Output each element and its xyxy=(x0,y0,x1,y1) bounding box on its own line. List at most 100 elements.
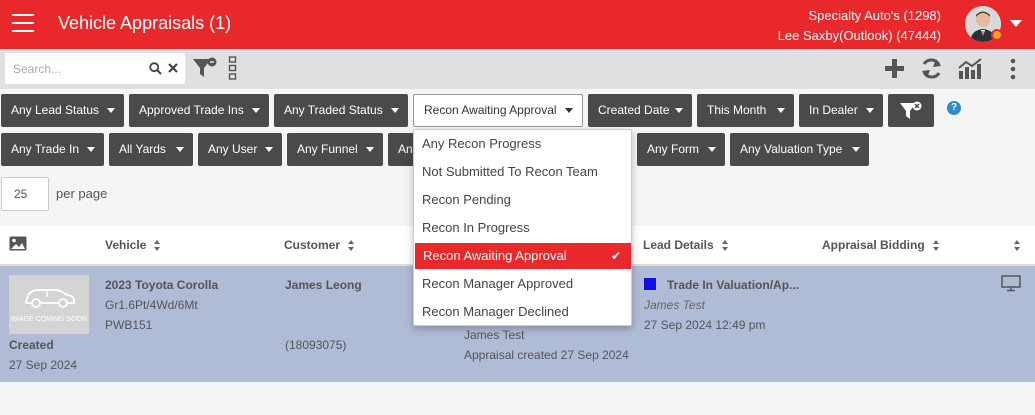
column-customer[interactable]: Customer xyxy=(284,238,355,252)
chevron-down-icon xyxy=(107,108,115,113)
option-any-recon-progress[interactable]: Any Recon Progress xyxy=(414,131,631,157)
filter-user[interactable]: Any User xyxy=(198,133,282,166)
column-label: Lead Details xyxy=(643,238,714,252)
refresh-icon[interactable] xyxy=(920,57,943,80)
column-appraisal-bidding[interactable]: Appraisal Bidding xyxy=(822,238,940,252)
appraiser-name: James Test xyxy=(464,328,525,342)
kebab-menu-icon[interactable] xyxy=(1009,58,1017,80)
help-icon[interactable]: ? xyxy=(947,101,961,115)
chevron-down-icon xyxy=(777,108,785,113)
vehicle-thumbnail[interactable]: IMAGE COMING SOON xyxy=(9,275,89,334)
column-label: Appraisal Bidding xyxy=(822,238,925,252)
sort-icon xyxy=(154,240,161,252)
vehicle-stock-number: PWB151 xyxy=(105,318,153,332)
search-icon[interactable] xyxy=(149,62,162,75)
sort-icon xyxy=(348,240,355,252)
created-date: 27 Sep 2024 xyxy=(9,358,78,372)
per-page-label: per page xyxy=(56,186,108,201)
chevron-down-icon xyxy=(675,108,683,113)
lead-status-marker xyxy=(644,278,656,290)
sort-icon xyxy=(932,240,940,252)
filter-trade-ins[interactable]: Approved Trade Ins xyxy=(129,94,269,127)
account-chevron-down-icon[interactable] xyxy=(1010,20,1022,27)
car-icon xyxy=(25,289,75,308)
chevron-down-icon xyxy=(708,147,716,152)
lead-title[interactable]: Trade In Valuation/Ap... xyxy=(667,278,799,292)
filter-label: In Dealer xyxy=(809,103,858,117)
vehicle-name[interactable]: 2023 Toyota Corolla xyxy=(105,278,218,292)
sort-icon xyxy=(1014,240,1021,252)
page-title: Vehicle Appraisals (1) xyxy=(58,13,232,33)
clear-filter-icon xyxy=(900,101,922,119)
filter-label: Any Valuation Type xyxy=(740,142,843,156)
filter-label: Any Lead Status xyxy=(11,103,100,117)
check-icon: ✔ xyxy=(610,249,621,263)
filter-valuation-type[interactable]: Any Valuation Type xyxy=(730,133,869,166)
filter-label: This Month xyxy=(707,103,767,117)
chevron-down-icon xyxy=(265,147,273,152)
filter-date-range[interactable]: This Month xyxy=(697,94,794,127)
chevron-down-icon xyxy=(866,108,874,113)
filter-label: Any Trade In xyxy=(11,142,80,156)
column-vehicle[interactable]: Vehicle xyxy=(105,238,161,252)
column-lead-details[interactable]: Lead Details xyxy=(643,238,729,252)
option-not-submitted[interactable]: Not Submitted To Recon Team xyxy=(414,159,631,185)
filter-traded-status[interactable]: Any Traded Status xyxy=(274,94,408,127)
analytics-chart-icon[interactable] xyxy=(957,57,983,80)
account-info: Specialty Auto's (1298) Lee Saxby(Outloo… xyxy=(778,6,941,46)
chevron-down-icon xyxy=(852,147,860,152)
column-label: Customer xyxy=(284,238,341,252)
filter-label: Created Date xyxy=(598,103,670,117)
filter-settings-icon[interactable] xyxy=(192,56,218,80)
image-icon xyxy=(9,236,27,251)
sort-icon xyxy=(721,240,729,252)
lead-datetime: 27 Sep 2024 12:49 pm xyxy=(644,318,766,332)
status-dot xyxy=(991,29,1003,41)
chevron-down-icon xyxy=(252,108,260,113)
column-extra-sort[interactable] xyxy=(1006,238,1021,252)
filter-label: Recon Awaiting Approval xyxy=(424,103,557,117)
filter-label: Any User xyxy=(208,142,258,156)
option-recon-pending[interactable]: Recon Pending xyxy=(414,187,631,213)
lead-user: James Test xyxy=(644,298,705,312)
dealer-name: Specialty Auto's (1298) xyxy=(808,8,941,23)
filter-form[interactable]: Any Form xyxy=(637,133,725,166)
customer-id: (18093075) xyxy=(285,338,347,352)
option-recon-awaiting-approval[interactable]: Recon Awaiting Approval ✔ xyxy=(415,243,631,269)
menu-icon[interactable] xyxy=(12,14,34,32)
recon-progress-dropdown: Any Recon Progress Not Submitted To Reco… xyxy=(413,129,632,326)
filter-location[interactable]: In Dealer xyxy=(799,94,883,127)
filter-recon-progress[interactable]: Recon Awaiting Approval xyxy=(413,94,583,127)
filter-created-date[interactable]: Created Date xyxy=(588,94,692,127)
thumbnail-placeholder-text: IMAGE COMING SOON xyxy=(11,316,87,323)
option-recon-in-progress[interactable]: Recon In Progress xyxy=(414,215,631,241)
created-label: Created xyxy=(9,338,54,352)
customer-name[interactable]: James Leong xyxy=(285,278,362,292)
filter-yards[interactable]: All Yards xyxy=(109,133,193,166)
toolbar xyxy=(0,49,1035,89)
chevron-down-icon xyxy=(176,147,184,152)
more-options-vertical-icon[interactable] xyxy=(227,55,239,81)
chevron-down-icon xyxy=(366,147,374,152)
chevron-down-icon xyxy=(565,108,573,113)
column-label: Vehicle xyxy=(105,238,147,252)
clear-filters-button[interactable] xyxy=(888,94,934,127)
filter-label: All Yards xyxy=(119,142,166,156)
search-input[interactable] xyxy=(13,60,143,78)
filter-trade-in[interactable]: Any Trade In xyxy=(1,133,104,166)
per-page-input[interactable]: 25 xyxy=(1,177,49,211)
filter-label: Any Traded Status xyxy=(284,103,383,117)
monitor-icon[interactable] xyxy=(1001,275,1021,292)
vehicle-spec: Gr1.6Pt/4Wd/6Mt xyxy=(105,298,198,312)
filter-label: Any Funnel xyxy=(297,142,358,156)
filter-lead-status[interactable]: Any Lead Status xyxy=(1,94,124,127)
appraisal-created: Appraisal created 27 Sep 2024 xyxy=(464,348,629,362)
filter-label: Approved Trade Ins xyxy=(139,103,244,117)
option-manager-approved[interactable]: Recon Manager Approved xyxy=(414,271,631,297)
filter-funnel[interactable]: Any Funnel xyxy=(287,133,383,166)
clear-search-icon[interactable] xyxy=(167,62,179,74)
chevron-down-icon xyxy=(391,108,399,113)
option-manager-declined[interactable]: Recon Manager Declined xyxy=(414,299,631,325)
chevron-down-icon xyxy=(87,147,95,152)
add-icon[interactable] xyxy=(884,58,905,79)
